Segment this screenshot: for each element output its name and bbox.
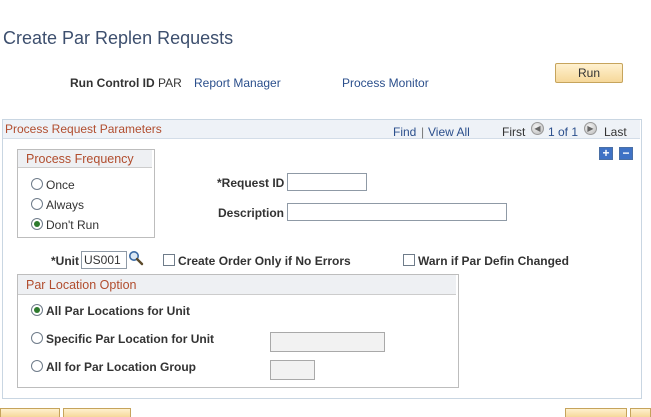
unit-label: *Unit (51, 254, 79, 268)
panel-title: Process Request Parameters (5, 122, 162, 136)
nav-separator: | (421, 125, 425, 139)
row-count: 1 of 1 (548, 125, 579, 139)
create-order-label: Create Order Only if No Errors (178, 254, 351, 268)
magnifier-icon[interactable] (128, 250, 144, 266)
create-order-checkbox[interactable] (163, 254, 175, 266)
radio-dont-run[interactable] (31, 218, 43, 230)
radio-par-location-group-label: All for Par Location Group (46, 360, 197, 374)
radio-specific-par-location-label: Specific Par Location for Unit (46, 332, 215, 346)
warn-par-defin-label: Warn if Par Defin Changed (418, 254, 569, 268)
view-all-link[interactable]: View All (428, 125, 470, 139)
radio-once[interactable] (31, 178, 43, 190)
par-location-option-title: Par Location Option (18, 275, 456, 295)
request-id-label: *Request ID (217, 176, 285, 190)
par-location-group-input[interactable] (270, 360, 315, 380)
description-label: Description (218, 206, 285, 220)
description-input[interactable] (287, 203, 507, 221)
radio-always[interactable] (31, 198, 43, 210)
run-button[interactable]: Run (555, 63, 623, 83)
page-title: Create Par Replen Requests (3, 28, 234, 48)
specific-par-location-input[interactable] (270, 332, 385, 352)
process-frequency-title: Process Frequency (18, 150, 152, 168)
first-label: First (502, 125, 526, 139)
warn-par-defin-checkbox[interactable] (403, 254, 415, 266)
radio-always-label: Always (46, 198, 85, 212)
radio-all-par-locations[interactable] (31, 304, 43, 316)
unit-input[interactable] (81, 251, 127, 269)
find-link[interactable]: Find (393, 125, 416, 139)
arrow-left-icon[interactable]: ◀ (531, 122, 544, 135)
radio-all-par-locations-label: All Par Locations for Unit (46, 304, 191, 318)
radio-specific-par-location[interactable] (31, 332, 43, 344)
run-control-id-label: Run Control ID (70, 76, 155, 90)
process-monitor-link[interactable]: Process Monitor (342, 76, 429, 90)
last-label: Last (604, 125, 627, 139)
plus-icon[interactable]: + (599, 147, 613, 160)
run-control-id-value: PAR (158, 76, 182, 90)
radio-once-label: Once (46, 178, 75, 192)
radio-par-location-group[interactable] (31, 360, 43, 372)
radio-dont-run-label: Don't Run (46, 218, 99, 232)
minus-icon[interactable]: − (619, 147, 633, 160)
arrow-right-icon[interactable]: ▶ (584, 122, 597, 135)
request-id-input[interactable] (287, 173, 367, 191)
report-manager-link[interactable]: Report Manager (194, 76, 281, 90)
